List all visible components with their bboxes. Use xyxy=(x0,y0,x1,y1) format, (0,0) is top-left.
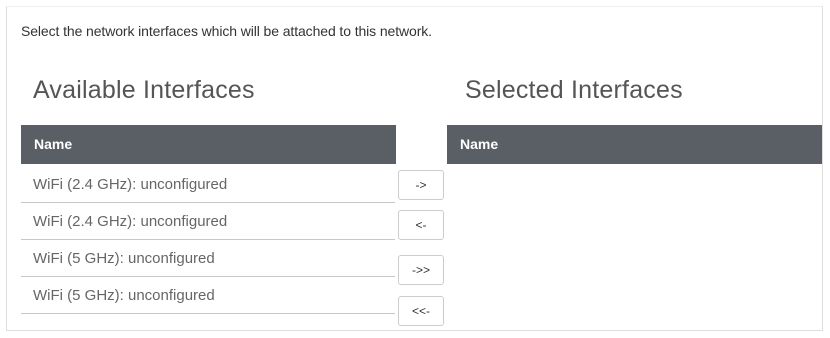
available-name-column-header: Name xyxy=(21,125,396,164)
available-interfaces-title: Available Interfaces xyxy=(33,76,255,104)
selected-name-column-header: Name xyxy=(447,125,822,164)
move-all-left-button[interactable]: <<- xyxy=(398,296,444,326)
list-item[interactable]: WiFi (2.4 GHz): unconfigured xyxy=(21,166,395,203)
move-selected-right-button[interactable]: -> xyxy=(398,170,444,200)
list-item[interactable]: WiFi (2.4 GHz): unconfigured xyxy=(21,203,395,240)
selected-interfaces-title: Selected Interfaces xyxy=(465,76,683,104)
list-item[interactable]: WiFi (5 GHz): unconfigured xyxy=(21,277,395,314)
move-all-right-button[interactable]: ->> xyxy=(398,255,444,285)
instructions-text: Select the network interfaces which will… xyxy=(21,23,432,39)
list-item[interactable]: WiFi (5 GHz): unconfigured xyxy=(21,240,395,277)
move-selected-left-button[interactable]: <- xyxy=(398,210,444,240)
available-interfaces-list: WiFi (2.4 GHz): unconfigured WiFi (2.4 G… xyxy=(21,166,395,314)
